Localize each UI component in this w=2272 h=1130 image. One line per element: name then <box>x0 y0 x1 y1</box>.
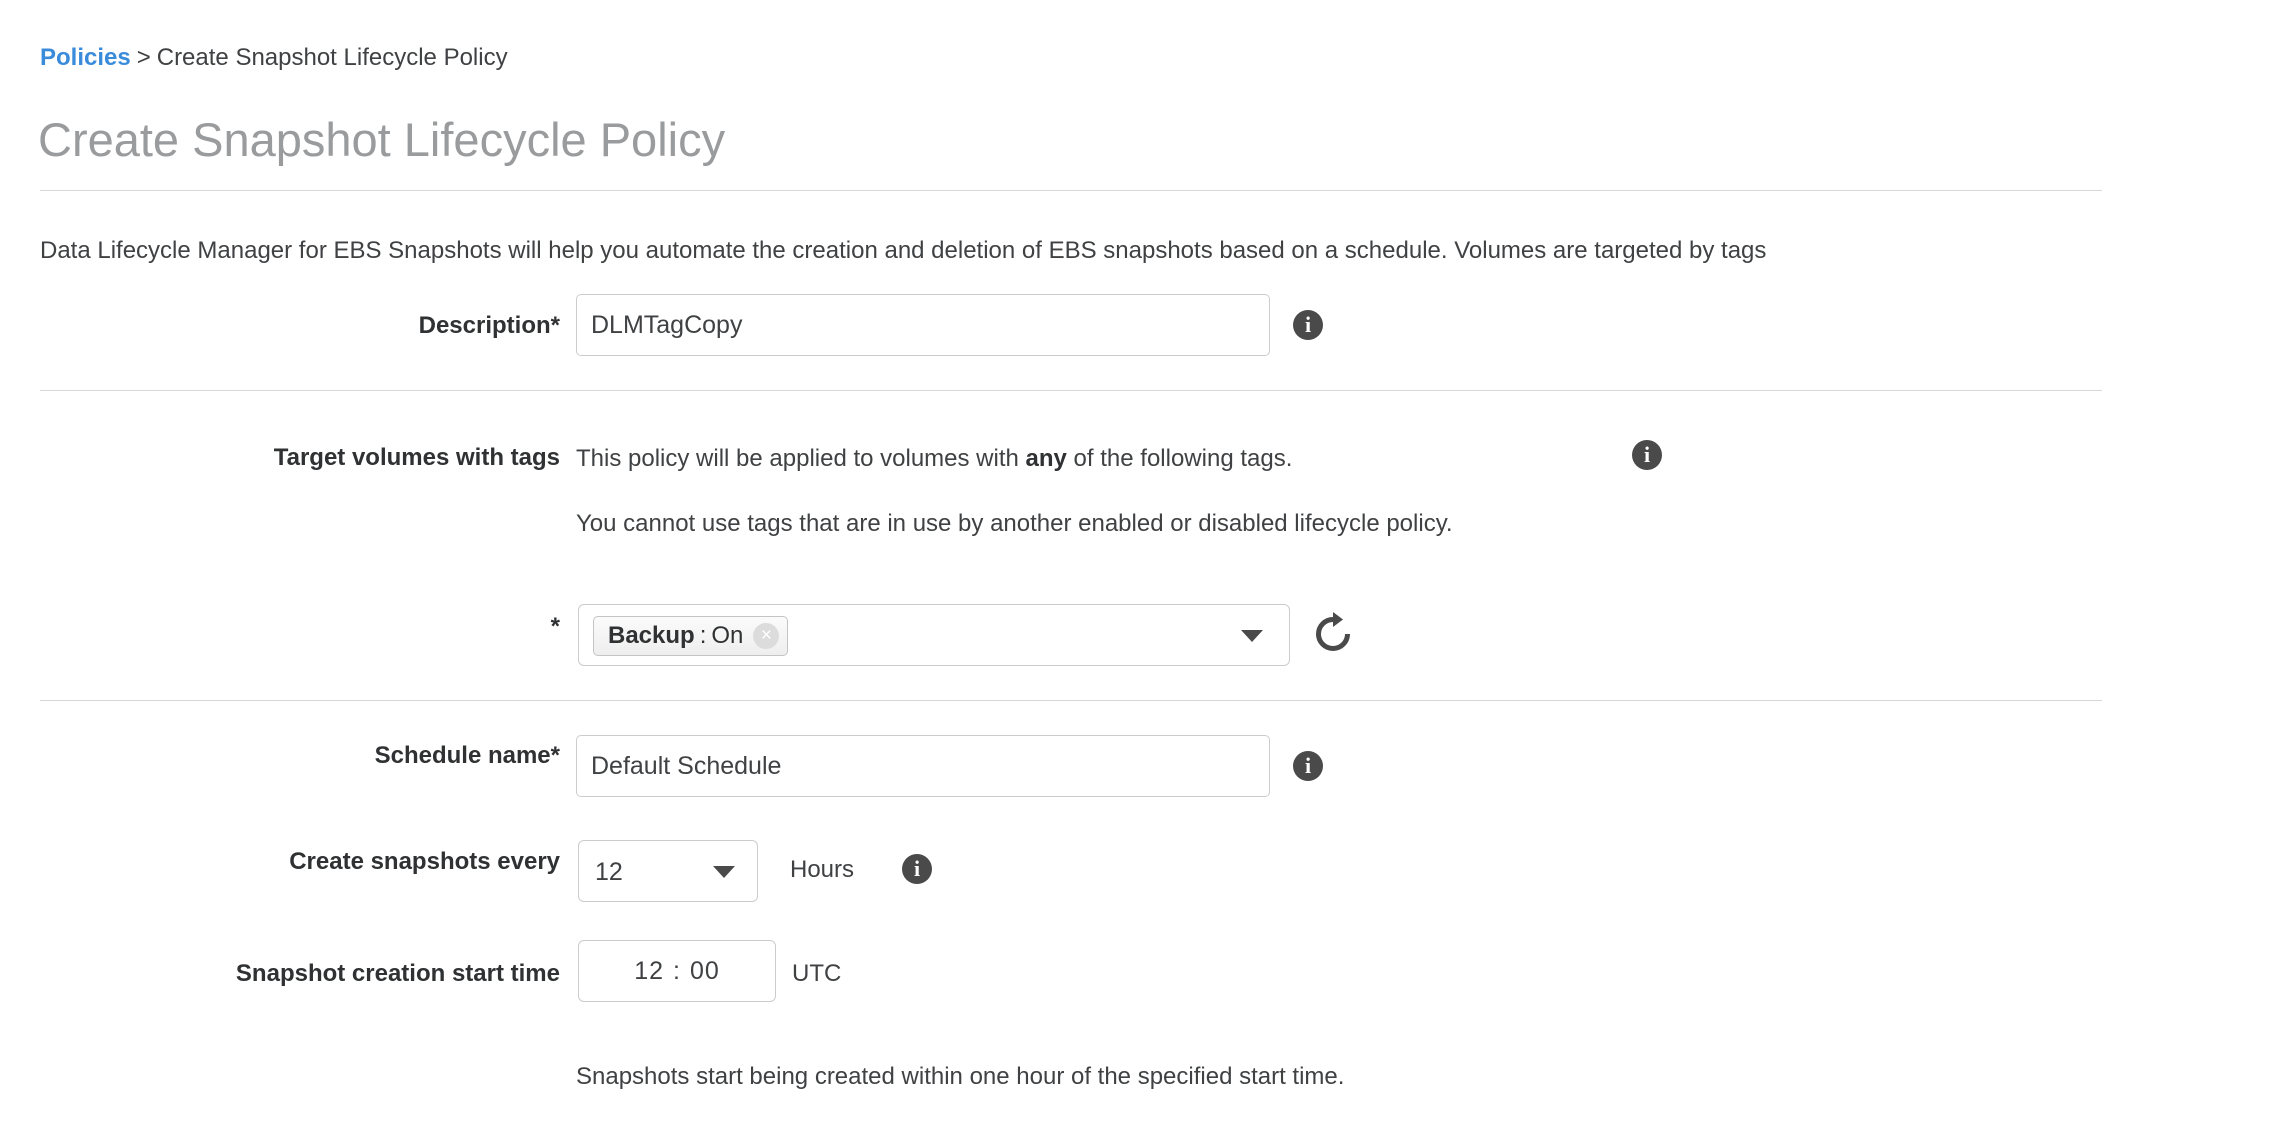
target-volumes-description-line-1: This policy will be applied to volumes w… <box>576 444 1292 474</box>
breadcrumb-current: Create Snapshot Lifecycle Policy <box>156 44 508 71</box>
target-volumes-section-divider <box>40 700 2102 701</box>
snapshot-interval-value: 12 <box>595 858 623 886</box>
start-time-timezone: UTC <box>792 960 842 987</box>
tag-chip-value: On <box>711 622 744 649</box>
page-title: Create Snapshot Lifecycle Policy <box>38 113 726 166</box>
tag-chip-separator: : <box>699 622 707 649</box>
snapshot-interval-info-icon[interactable]: i <box>902 854 932 884</box>
snapshot-interval-label: Create snapshots every <box>289 848 560 875</box>
start-time-separator: : <box>673 956 681 985</box>
start-time-minutes: 00 <box>689 956 720 985</box>
create-snapshot-lifecycle-policy-page: Policies > Create Snapshot Lifecycle Polic… <box>0 0 2272 1130</box>
chevron-down-icon[interactable] <box>1241 630 1263 642</box>
target-volumes-desc-emphasis: any <box>1025 445 1067 472</box>
description-label: Description* <box>418 312 560 339</box>
description-section-divider <box>40 390 2102 391</box>
schedule-name-label: Schedule name* <box>374 742 560 769</box>
target-volumes-info-icon[interactable]: i <box>1632 440 1662 470</box>
description-input[interactable] <box>576 294 1270 356</box>
title-divider <box>40 190 2102 191</box>
snapshot-interval-select[interactable]: 12 <box>578 840 758 902</box>
chevron-down-icon[interactable] <box>713 866 735 878</box>
refresh-icon[interactable] <box>1310 611 1356 657</box>
target-volumes-desc-prefix: This policy will be applied to volumes w… <box>576 445 1026 472</box>
breadcrumb-separator: > <box>136 44 151 71</box>
intro-paragraph: Data Lifecycle Manager for EBS Snapshots… <box>40 237 1767 264</box>
start-time-hint: Snapshots start being created within one… <box>576 1063 1345 1090</box>
tag-chip-backup-on[interactable]: Backup : On × <box>593 616 789 656</box>
description-info-icon[interactable]: i <box>1293 310 1323 340</box>
start-time-input[interactable]: 12 : 00 <box>578 940 776 1002</box>
start-time-label: Snapshot creation start time <box>235 960 560 987</box>
close-icon[interactable]: × <box>753 623 780 649</box>
target-volumes-desc-suffix: of the following tags. <box>1066 445 1293 472</box>
schedule-name-info-icon[interactable]: i <box>1293 751 1323 781</box>
schedule-name-input[interactable] <box>576 735 1270 797</box>
target-volumes-description-line-2: You cannot use tags that are in use by a… <box>576 510 1453 537</box>
tag-select-required-marker: * <box>550 613 560 640</box>
target-volumes-label: Target volumes with tags <box>273 444 560 471</box>
start-time-hours: 12 <box>634 956 665 985</box>
breadcrumb: Policies > Create Snapshot Lifecycle Polic… <box>40 44 508 72</box>
tag-chip-key: Backup <box>608 622 695 649</box>
target-tags-select[interactable]: Backup : On × <box>578 604 1290 666</box>
breadcrumb-link-policies[interactable]: Policies <box>40 44 131 71</box>
snapshot-interval-unit: Hours <box>790 856 855 883</box>
